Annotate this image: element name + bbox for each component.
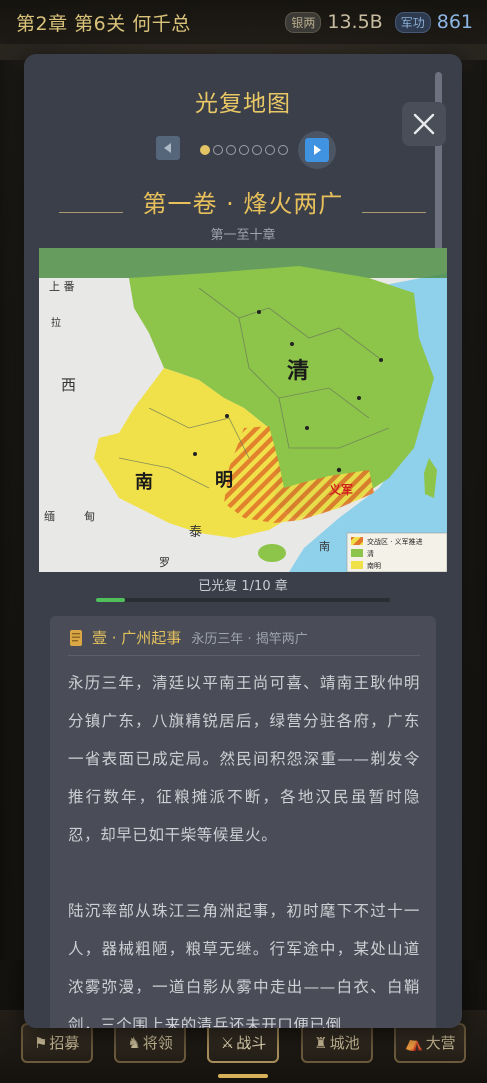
territory-map[interactable]: 上 番 拉 西 缅 甸 泰 罗 南 清 南 明 义军 交战区 · 义军推进 清 …	[39, 248, 447, 572]
nav-label: 战斗	[236, 1034, 267, 1052]
story-header: 壹 · 广州起事 永历三年 · 揭竿两广	[68, 626, 420, 656]
progress-label: 已光复 1/10 章	[198, 579, 288, 594]
map-label-luo: 罗	[159, 556, 170, 569]
page-dot[interactable]	[239, 145, 249, 155]
page-dot[interactable]	[252, 145, 262, 155]
banner-icon: ⚑	[33, 1033, 48, 1052]
map-svg: 上 番 拉 西 缅 甸 泰 罗 南 清 南 明 义军 交战区 · 义军推进 清 …	[39, 248, 447, 572]
legend-label-qing: 清	[367, 549, 374, 558]
nav-battle-button[interactable]: ⚔ 战斗	[207, 1022, 280, 1063]
story-title: 壹 · 广州起事	[92, 629, 182, 647]
modal-title: 光复地图	[195, 91, 291, 117]
page-dot[interactable]	[265, 145, 275, 155]
story-card[interactable]: 壹 · 广州起事 永历三年 · 揭竿两广 永历三年，清廷以平南王尚可喜、靖南王耿…	[50, 616, 436, 1028]
story-paragraph-1: 永历三年，清廷以平南王尚可喜、靖南王耿仲明分镇广东，八旗精锐居后，绿营分驻各府，…	[68, 674, 420, 844]
volume-title: 第一卷 · 烽火两广	[142, 190, 344, 218]
page-dot[interactable]	[200, 145, 210, 155]
progress-bar	[96, 598, 390, 602]
volume-subtitle: 第一至十章	[210, 228, 276, 243]
nav-recruit-button[interactable]: ⚑ 招募	[20, 1022, 93, 1063]
story-paragraph-2: 陆沉率部从珠江三角洲起事，初时麾下不过十一人，器械粗陋，粮草无继。行军途中，某处…	[68, 902, 420, 1028]
nav-city-button[interactable]: ♜ 城池	[300, 1022, 373, 1063]
map-label-tibet: 上 番	[49, 280, 75, 293]
castle-icon: ♜	[314, 1033, 328, 1052]
nav-label: 将领	[142, 1034, 173, 1052]
legend-label-contested: 交战区 · 义军推进	[367, 537, 423, 546]
arrow-right-icon	[314, 145, 321, 155]
scroll-icon	[70, 629, 82, 646]
map-label-ming: 明	[215, 470, 233, 491]
legend-label-ming: 南明	[367, 561, 381, 570]
swords-icon: ⚔	[220, 1033, 235, 1052]
resources: 银两 13.5B 军功 861	[285, 11, 473, 33]
nav-label: 大营	[425, 1034, 456, 1052]
next-page-square	[305, 138, 329, 162]
volume-header: 第一卷 · 烽火两广	[24, 182, 462, 218]
divider-right	[362, 212, 426, 213]
story-body: 永历三年，清廷以平南王尚可喜、靖南王耿仲明分镇广东，八旗精锐居后，绿营分驻各府，…	[68, 664, 420, 1028]
story-subtitle: 永历三年 · 揭竿两广	[191, 632, 308, 647]
prev-page-button[interactable]	[156, 136, 180, 160]
progress-fill	[96, 598, 126, 602]
nav-generals-button[interactable]: ♞ 将领	[114, 1022, 187, 1063]
merit-badge: 军功	[394, 11, 431, 33]
map-legend: 交战区 · 义军推进 清 南明	[346, 532, 447, 572]
map-label-ladakh: 拉	[51, 316, 61, 329]
map-label-west: 西	[61, 376, 76, 394]
map-label-nanhai: 南	[319, 540, 330, 553]
close-icon	[413, 113, 435, 135]
merit-value: 861	[436, 11, 473, 33]
silver-badge: 银两	[285, 11, 322, 33]
camp-icon: ⛺	[404, 1033, 424, 1052]
next-page-button[interactable]	[298, 131, 336, 169]
page-dot[interactable]	[226, 145, 236, 155]
page-dots	[200, 144, 288, 156]
page-dot[interactable]	[213, 145, 223, 155]
nav-label: 城池	[329, 1034, 360, 1052]
page-pager	[24, 131, 462, 169]
map-label-qing: 清	[287, 358, 309, 384]
page-dot[interactable]	[278, 145, 288, 155]
map-label-tai: 泰	[189, 525, 202, 540]
map-label-tian: 甸	[84, 510, 95, 523]
restoration-map-modal: 光复地图 第一卷 · 烽火两广 第一至十章 上 番 拉 西 缅 甸 泰 罗 南 …	[24, 54, 462, 1028]
silver-value: 13.5B	[327, 11, 383, 33]
map-label-yijun: 义军	[328, 482, 353, 497]
general-icon: ♞	[127, 1033, 141, 1052]
map-label-nan: 南	[135, 471, 153, 493]
hainan-island	[258, 544, 286, 562]
top-status-bar: 第2章 第6关 何千总 银两 13.5B 军功 861	[0, 0, 487, 44]
home-indicator	[218, 1074, 268, 1078]
nav-camp-button[interactable]: ⛺ 大营	[394, 1022, 467, 1063]
chapter-title: 第2章 第6关 何千总	[16, 12, 191, 35]
map-label-burma: 缅	[44, 509, 55, 523]
arrow-left-icon	[164, 143, 171, 153]
nav-label: 招募	[49, 1034, 80, 1052]
